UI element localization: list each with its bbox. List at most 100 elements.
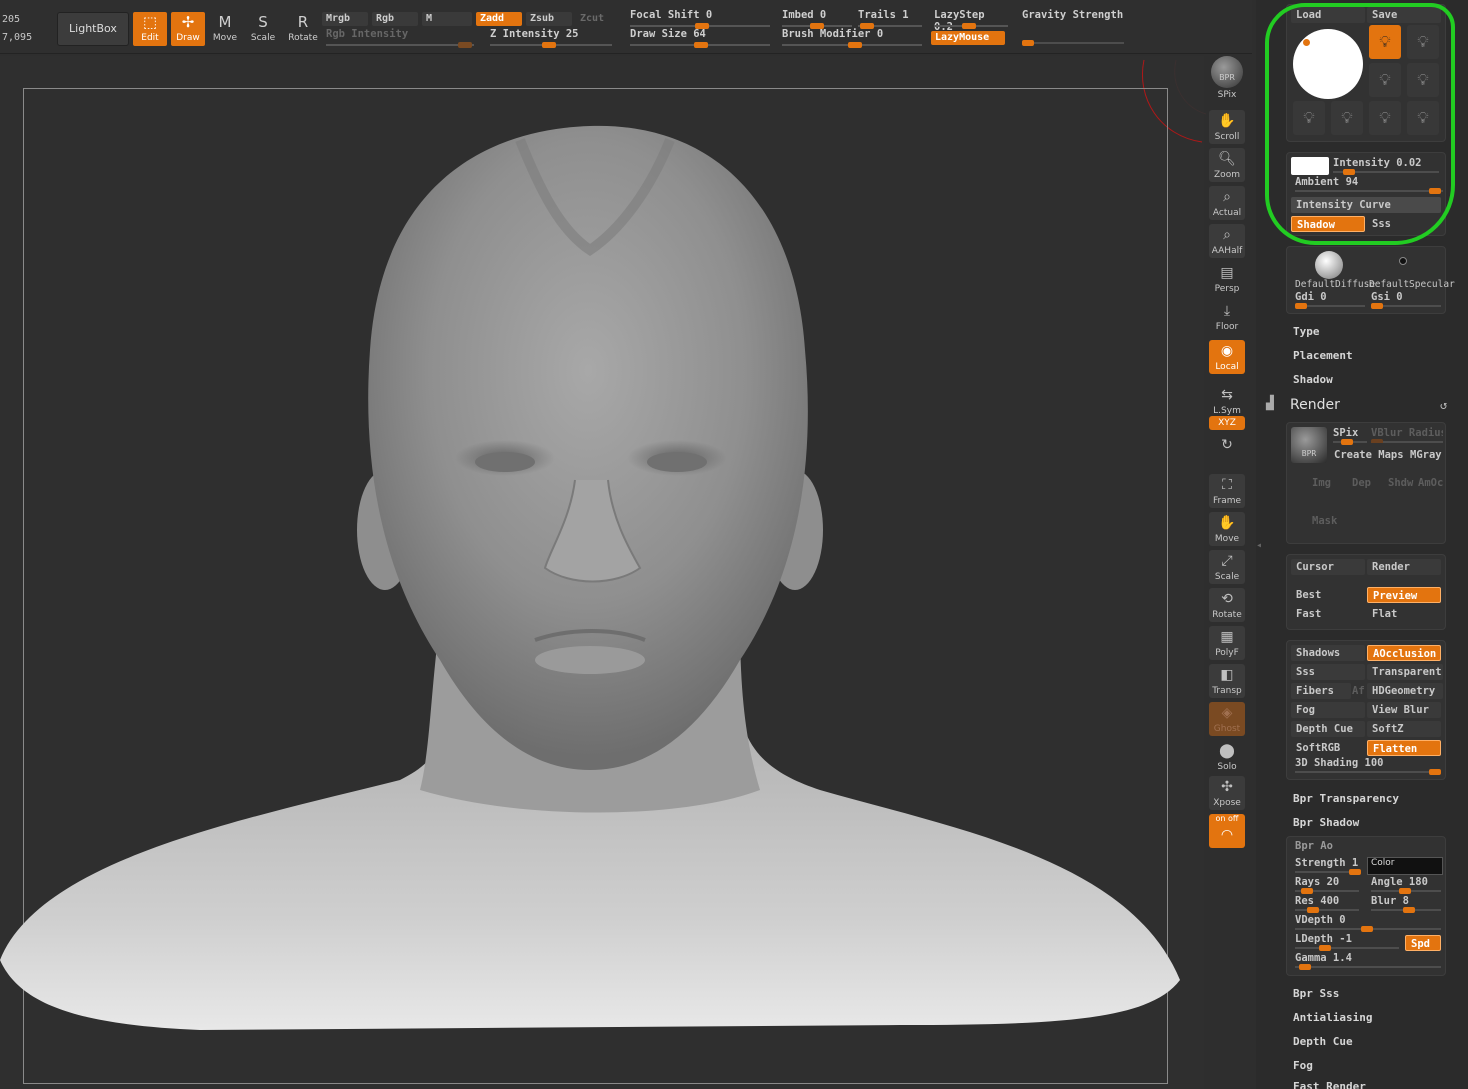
lazystep-slider[interactable]: LazyStep 0.2 <box>934 9 1008 33</box>
polyf-button[interactable]: ▦ PolyF <box>1209 626 1245 660</box>
scale-button[interactable]: S Scale <box>246 12 280 46</box>
draw-size-slider[interactable]: Draw Size 64 <box>630 28 770 48</box>
imbed-slider[interactable]: Imbed 0 <box>782 9 852 29</box>
shadows-button[interactable]: Shadows <box>1291 645 1365 661</box>
spd-button[interactable]: Spd <box>1405 935 1441 951</box>
reset-icon[interactable]: ↺ <box>1440 398 1447 412</box>
draw-button[interactable]: ✢ Draw <box>171 12 205 46</box>
z-intensity-slider[interactable]: Z Intensity 25 <box>490 28 612 48</box>
render-palette-title[interactable]: Render <box>1290 397 1340 413</box>
vdepth-slider[interactable]: VDepth 0 <box>1295 914 1441 932</box>
rotate-button[interactable]: R Rotate <box>286 12 320 46</box>
ldepth-slider[interactable]: LDepth -1 <box>1295 933 1399 951</box>
light-shadow-section[interactable]: Shadow <box>1293 373 1333 386</box>
render-button[interactable]: Render <box>1367 559 1441 575</box>
persp-button[interactable]: ▤ Persp <box>1209 262 1245 296</box>
lsym-button[interactable]: ⇆ L.Sym <box>1209 384 1245 418</box>
m-button[interactable]: M <box>422 12 472 26</box>
bpr-transparency-section[interactable]: Bpr Transparency <box>1293 792 1399 805</box>
depth-cue-button[interactable]: Depth Cue <box>1291 721 1365 737</box>
xyz-button[interactable]: XYZ <box>1209 416 1245 430</box>
antialiasing-section[interactable]: Antialiasing <box>1293 1011 1372 1024</box>
cursor-button[interactable]: Cursor <box>1291 559 1365 575</box>
blur-slider[interactable]: Blur 8 <box>1371 895 1441 913</box>
shdw-button[interactable]: Shdw <box>1383 475 1417 491</box>
fast-render-section[interactable]: Fast Render <box>1293 1080 1366 1089</box>
gamma-slider[interactable]: Gamma 1.4 <box>1295 952 1441 970</box>
fibers-button[interactable]: Fibers <box>1291 683 1351 699</box>
lazymouse-button[interactable]: LazyMouse <box>931 31 1005 45</box>
create-maps-button[interactable]: Create Maps <box>1329 447 1405 463</box>
rays-slider[interactable]: Rays 20 <box>1295 876 1359 894</box>
bpr-shadow-section[interactable]: Bpr Shadow <box>1293 816 1359 829</box>
render-sss-button[interactable]: Sss <box>1291 664 1365 680</box>
solo-button[interactable]: ⬤ Solo <box>1209 740 1245 774</box>
amoc-button[interactable]: AmOc <box>1413 475 1447 491</box>
flatten-button[interactable]: Flatten <box>1367 740 1441 756</box>
rotate-axis-icons[interactable]: ↻ <box>1209 434 1245 466</box>
gdi-slider[interactable]: Gdi 0 <box>1295 291 1365 309</box>
ao-strength-slider[interactable]: Strength 1 <box>1295 857 1361 875</box>
img-button[interactable]: Img <box>1307 475 1341 491</box>
rgb-intensity-slider[interactable]: Rgb Intensity <box>326 28 474 48</box>
head-bust-model[interactable] <box>0 100 1204 1089</box>
best-button[interactable]: Best <box>1291 587 1365 603</box>
flat-button[interactable]: Flat <box>1367 606 1441 622</box>
3d-shading-slider[interactable]: 3D Shading 100 <box>1295 757 1441 775</box>
diffuse-sphere-icon[interactable] <box>1315 251 1343 279</box>
floor-button[interactable]: ⤓ Floor <box>1209 300 1245 334</box>
brush-modifier-slider[interactable]: Brush Modifier 0 <box>782 28 922 48</box>
vblur-radius-slider[interactable]: VBlur Radius <box>1371 427 1443 443</box>
bpr-ao-title[interactable]: Bpr Ao <box>1295 840 1333 852</box>
preview-button[interactable]: Preview <box>1367 587 1441 603</box>
aahalf-button[interactable]: ⌕ AAHalf <box>1209 224 1245 258</box>
xpose-button[interactable]: ✣ Xpose <box>1209 776 1245 810</box>
softz-button[interactable]: SoftZ <box>1367 721 1441 737</box>
gravity-strength-slider[interactable]: Gravity Strength <box>1022 9 1124 27</box>
hdgeometry-button[interactable]: HDGeometry <box>1367 683 1443 699</box>
focal-shift-slider[interactable]: Focal Shift 0 <box>630 9 770 29</box>
light-type-section[interactable]: Type <box>1293 325 1320 338</box>
zsub-button[interactable]: Zsub <box>526 12 572 26</box>
view-blur-button[interactable]: View Blur <box>1367 702 1441 718</box>
ghost-button[interactable]: ◈ Ghost <box>1209 702 1245 736</box>
fog-button[interactable]: Fog <box>1291 702 1365 718</box>
transp-button[interactable]: ◧ Transp <box>1209 664 1245 698</box>
af-button[interactable]: Af <box>1347 683 1365 699</box>
rotate-view-button[interactable]: ⟲ Rotate <box>1209 588 1245 622</box>
mrgb-button[interactable]: Mrgb <box>322 12 368 26</box>
mgray-button[interactable]: MGray <box>1405 447 1445 463</box>
softrgb-button[interactable]: SoftRGB <box>1291 740 1365 756</box>
res-slider[interactable]: Res 400 <box>1295 895 1359 913</box>
bpr-render-button[interactable]: BPR <box>1291 427 1327 463</box>
ao-color-swatch[interactable]: Color <box>1367 857 1443 875</box>
actual-button[interactable]: ⌕ Actual <box>1209 186 1245 220</box>
move-view-button[interactable]: ✋ Move <box>1209 512 1245 546</box>
zcut-button[interactable]: Zcut <box>576 12 616 26</box>
palette-collapse-arrow-icon[interactable]: ◂ <box>1256 540 1262 570</box>
depth-cue-section[interactable]: Depth Cue <box>1293 1035 1353 1048</box>
rgb-button[interactable]: Rgb <box>372 12 418 26</box>
scroll-button[interactable]: ✋ Scroll <box>1209 110 1245 144</box>
light-placement-section[interactable]: Placement <box>1293 349 1353 362</box>
dep-button[interactable]: Dep <box>1347 475 1381 491</box>
aocclusion-button[interactable]: AOcclusion <box>1367 645 1441 661</box>
fast-button[interactable]: Fast <box>1291 606 1365 622</box>
zadd-button[interactable]: Zadd <box>476 12 522 26</box>
angle-slider[interactable]: Angle 180 <box>1371 876 1441 894</box>
edit-button[interactable]: ⬚ Edit <box>133 12 167 46</box>
lightbox-button[interactable]: LightBox <box>57 12 129 46</box>
mask-button[interactable]: Mask <box>1307 513 1341 529</box>
spix-slider[interactable]: SPix <box>1209 90 1245 104</box>
local-button[interactable]: ◉ Local <box>1209 340 1245 374</box>
onoff-toggle[interactable]: on off ◠ <box>1209 814 1245 848</box>
fog-section[interactable]: Fog <box>1293 1059 1313 1072</box>
bpr-sss-section[interactable]: Bpr Sss <box>1293 987 1339 1000</box>
zoom-button[interactable]: 🔍︎ Zoom <box>1209 148 1245 182</box>
scale-view-button[interactable]: ⤢ Scale <box>1209 550 1245 584</box>
transparent-button[interactable]: Transparent <box>1367 664 1443 680</box>
specular-dot-icon[interactable] <box>1399 257 1407 265</box>
frame-button[interactable]: ⛶ Frame <box>1209 474 1245 508</box>
trails-slider[interactable]: Trails 1 <box>858 9 922 29</box>
move-button[interactable]: M Move <box>208 12 242 46</box>
